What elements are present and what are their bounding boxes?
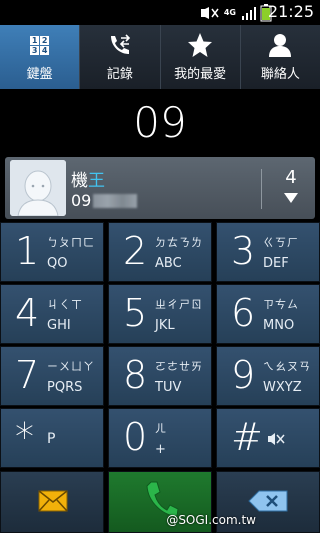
key-zhuyin: ㄛㄜㄝㄞ bbox=[155, 360, 203, 373]
dialer-tab-bar: 1 2 3 4 鍵盤 記錄 我的最愛 聯絡人 bbox=[0, 25, 320, 89]
key-letters: MNO bbox=[263, 318, 295, 333]
mute-icon bbox=[200, 6, 219, 19]
dial-key-hash[interactable]: # bbox=[216, 408, 320, 468]
tab-label: 記錄 bbox=[106, 67, 133, 82]
contact-name-prefix: 機 bbox=[71, 171, 88, 191]
key-zhuyin: ㄓㄔㄕㄖ bbox=[155, 298, 203, 311]
key-digit: 3 bbox=[231, 229, 256, 273]
redacted-number bbox=[93, 193, 138, 208]
key-letters: WXYZ bbox=[263, 380, 302, 395]
contact-name: 機王 bbox=[71, 166, 105, 191]
key-digit: 7 bbox=[15, 353, 40, 397]
key-digit: 0 bbox=[123, 415, 148, 459]
key-letters: GHI bbox=[47, 318, 71, 333]
status-time: 21:25 bbox=[267, 2, 314, 21]
dialed-number-display[interactable]: 09 bbox=[0, 89, 320, 155]
key-zhuyin: ㄦ bbox=[155, 422, 167, 435]
contact-number-prefix: 09 bbox=[71, 191, 92, 210]
tab-favorites[interactable]: 我的最愛 bbox=[161, 25, 241, 89]
avatar bbox=[10, 160, 66, 216]
status-bar: 4G 21:25 bbox=[0, 0, 320, 25]
tab-label: 鍵盤 bbox=[26, 67, 53, 82]
grid-digit: 3 bbox=[30, 45, 40, 55]
grid-digit: 2 bbox=[40, 35, 50, 45]
call-log-icon bbox=[106, 31, 134, 59]
key-digit: 2 bbox=[123, 229, 148, 273]
key-digit: 8 bbox=[123, 353, 148, 397]
signal-icon bbox=[242, 6, 256, 20]
key-zhuyin: ㄉㄊㄋㄌ bbox=[155, 236, 203, 249]
tab-contacts[interactable]: 聯絡人 bbox=[241, 25, 320, 89]
message-icon bbox=[38, 490, 68, 512]
key-digit: # bbox=[231, 415, 263, 459]
key-letters: JKL bbox=[155, 318, 175, 333]
key-digit: 5 bbox=[123, 291, 148, 335]
key-zhuyin: ㄧㄨㄩㄚ bbox=[47, 360, 95, 373]
key-digit: 4 bbox=[15, 291, 40, 335]
contact-person-icon bbox=[266, 31, 294, 59]
tab-keypad[interactable]: 1 2 3 4 鍵盤 bbox=[0, 25, 81, 89]
star-icon bbox=[186, 31, 214, 59]
key-zhuyin: ㄅㄆㄇㄈ bbox=[47, 236, 95, 249]
grid-digit: 4 bbox=[40, 45, 50, 55]
key-zhuyin: ㄍㄎㄏ bbox=[263, 236, 299, 249]
contact-number: 09 bbox=[71, 191, 138, 210]
dial-key-5[interactable]: 5 ㄓㄔㄕㄖ JKL bbox=[108, 284, 212, 344]
dial-key-4[interactable]: 4 ㄐㄑㄒ GHI bbox=[0, 284, 104, 344]
dial-key-8[interactable]: 8 ㄛㄜㄝㄞ TUV bbox=[108, 346, 212, 406]
dial-key-9[interactable]: 9 ㄟㄠㄡㄢ WXYZ bbox=[216, 346, 320, 406]
dial-key-1[interactable]: 1 ㄅㄆㄇㄈ QO bbox=[0, 222, 104, 282]
contact-name-match: 王 bbox=[88, 171, 105, 191]
watermark: @SOGI.com.tw bbox=[166, 513, 256, 527]
tab-call-log[interactable]: 記錄 bbox=[80, 25, 161, 89]
key-letters: TUV bbox=[155, 380, 182, 395]
key-letters: DEF bbox=[263, 256, 289, 271]
key-zhuyin: ㄟㄠㄡㄢ bbox=[263, 360, 311, 373]
tab-label: 聯絡人 bbox=[260, 67, 300, 82]
key-digit: 1 bbox=[15, 229, 40, 273]
dial-key-3[interactable]: 3 ㄍㄎㄏ DEF bbox=[216, 222, 320, 282]
key-zhuyin: ㄗㄘㄙ bbox=[263, 298, 299, 311]
backspace-icon bbox=[248, 490, 288, 512]
key-digit: * bbox=[15, 415, 34, 459]
key-letters: ABC bbox=[155, 256, 182, 271]
tab-label: 我的最愛 bbox=[174, 67, 227, 82]
default-avatar-icon bbox=[10, 160, 66, 216]
keypad-grid-icon: 1 2 3 4 bbox=[26, 31, 54, 59]
network-type-label: 4G bbox=[223, 7, 236, 17]
match-count: 4 bbox=[285, 167, 297, 188]
grid-digit: 1 bbox=[30, 35, 40, 45]
contact-suggestion[interactable]: 機王 09 4 bbox=[5, 157, 315, 219]
key-letters: + bbox=[155, 442, 166, 457]
status-icons: 4G bbox=[199, 3, 272, 22]
expand-arrow-icon[interactable] bbox=[284, 193, 298, 203]
divider bbox=[261, 169, 262, 209]
key-letters: PQRS bbox=[47, 380, 83, 395]
key-digit: 9 bbox=[231, 353, 256, 397]
dial-key-6[interactable]: 6 ㄗㄘㄙ MNO bbox=[216, 284, 320, 344]
dial-key-star[interactable]: * P bbox=[0, 408, 104, 468]
dial-key-0[interactable]: 0 ㄦ + bbox=[108, 408, 212, 468]
key-letters: QO bbox=[47, 256, 68, 271]
dialed-number: 09 bbox=[133, 97, 187, 147]
silent-mode-icon bbox=[268, 433, 285, 445]
dial-key-7[interactable]: 7 ㄧㄨㄩㄚ PQRS bbox=[0, 346, 104, 406]
key-zhuyin: ㄐㄑㄒ bbox=[47, 298, 83, 311]
key-digit: 6 bbox=[231, 291, 256, 335]
key-letters: P bbox=[47, 431, 56, 447]
dial-key-2[interactable]: 2 ㄉㄊㄋㄌ ABC bbox=[108, 222, 212, 282]
message-button[interactable] bbox=[0, 471, 104, 533]
